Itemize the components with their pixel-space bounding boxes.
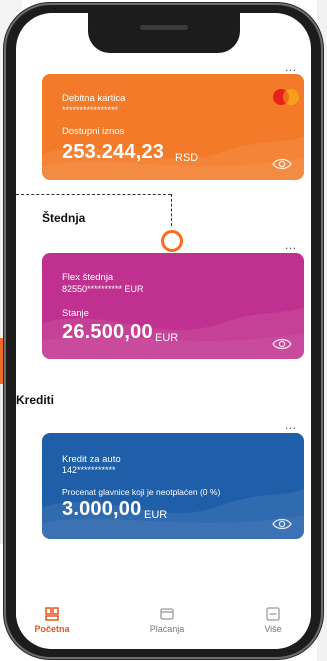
savings-amount: 26.500,00 <box>62 321 153 343</box>
debit-balance-label: Dostupni iznos <box>62 126 125 137</box>
loan-card[interactable]: Kredit za auto 142*********** Procenat g… <box>42 433 304 539</box>
savings-card-number: 82550********** EUR <box>62 284 144 294</box>
debit-card[interactable]: Debitna kartica **************** Dostupn… <box>42 74 304 180</box>
debit-currency: RSD <box>175 152 199 164</box>
tab-more-label: Više <box>264 624 282 634</box>
tab-home-label: Početna <box>34 624 70 634</box>
loan-card-number: 142*********** <box>62 465 116 475</box>
home-icon <box>45 607 59 621</box>
callout-marker <box>161 230 183 252</box>
mastercard-logo <box>273 89 299 105</box>
menu-icon <box>266 607 280 621</box>
loan-card-title: Kredit za auto <box>62 454 121 465</box>
loans-section-title: Krediti <box>16 393 55 407</box>
savings-currency: EUR <box>155 332 179 344</box>
loan-balance-label: Procenat glavnice koji je neotplaćen (0 … <box>62 487 221 497</box>
bottom-tab-bar: Početna Plaćanja Više <box>16 595 311 649</box>
callout-line <box>16 194 171 195</box>
callout-line <box>171 194 172 226</box>
debit-card-more-button[interactable]: ... <box>285 61 297 73</box>
phone-frame: ... Debitna kartica **************** Dos… <box>4 3 323 659</box>
loan-amount: 3.000,00 <box>62 498 142 520</box>
eye-icon[interactable] <box>272 337 292 351</box>
savings-more-button[interactable]: ... <box>285 239 297 251</box>
debit-amount: 253.244,23 <box>62 141 165 163</box>
eye-icon[interactable] <box>272 157 292 171</box>
tab-payments-label: Plaćanja <box>149 624 185 634</box>
app-screen: ... Debitna kartica **************** Dos… <box>16 13 311 649</box>
savings-section-title: Štednja <box>42 211 86 225</box>
loan-currency: EUR <box>144 509 168 521</box>
wallet-icon <box>160 608 174 620</box>
tab-more[interactable]: Više <box>238 607 308 634</box>
savings-card[interactable]: Flex štednja 82550********** EUR Stanje … <box>42 253 304 359</box>
eye-icon[interactable] <box>272 517 292 531</box>
phone-notch <box>88 13 240 53</box>
savings-card-title: Flex štednja <box>62 272 114 283</box>
tab-payments[interactable]: Plaćanja <box>132 607 202 634</box>
card-wave-decoration <box>42 489 304 539</box>
loans-more-button[interactable]: ... <box>285 419 297 431</box>
savings-balance-label: Stanje <box>62 308 89 319</box>
speaker-grille <box>140 25 188 30</box>
debit-card-number: **************** <box>62 105 119 115</box>
tab-home[interactable]: Početna <box>17 607 87 634</box>
debit-card-title: Debitna kartica <box>62 93 126 104</box>
